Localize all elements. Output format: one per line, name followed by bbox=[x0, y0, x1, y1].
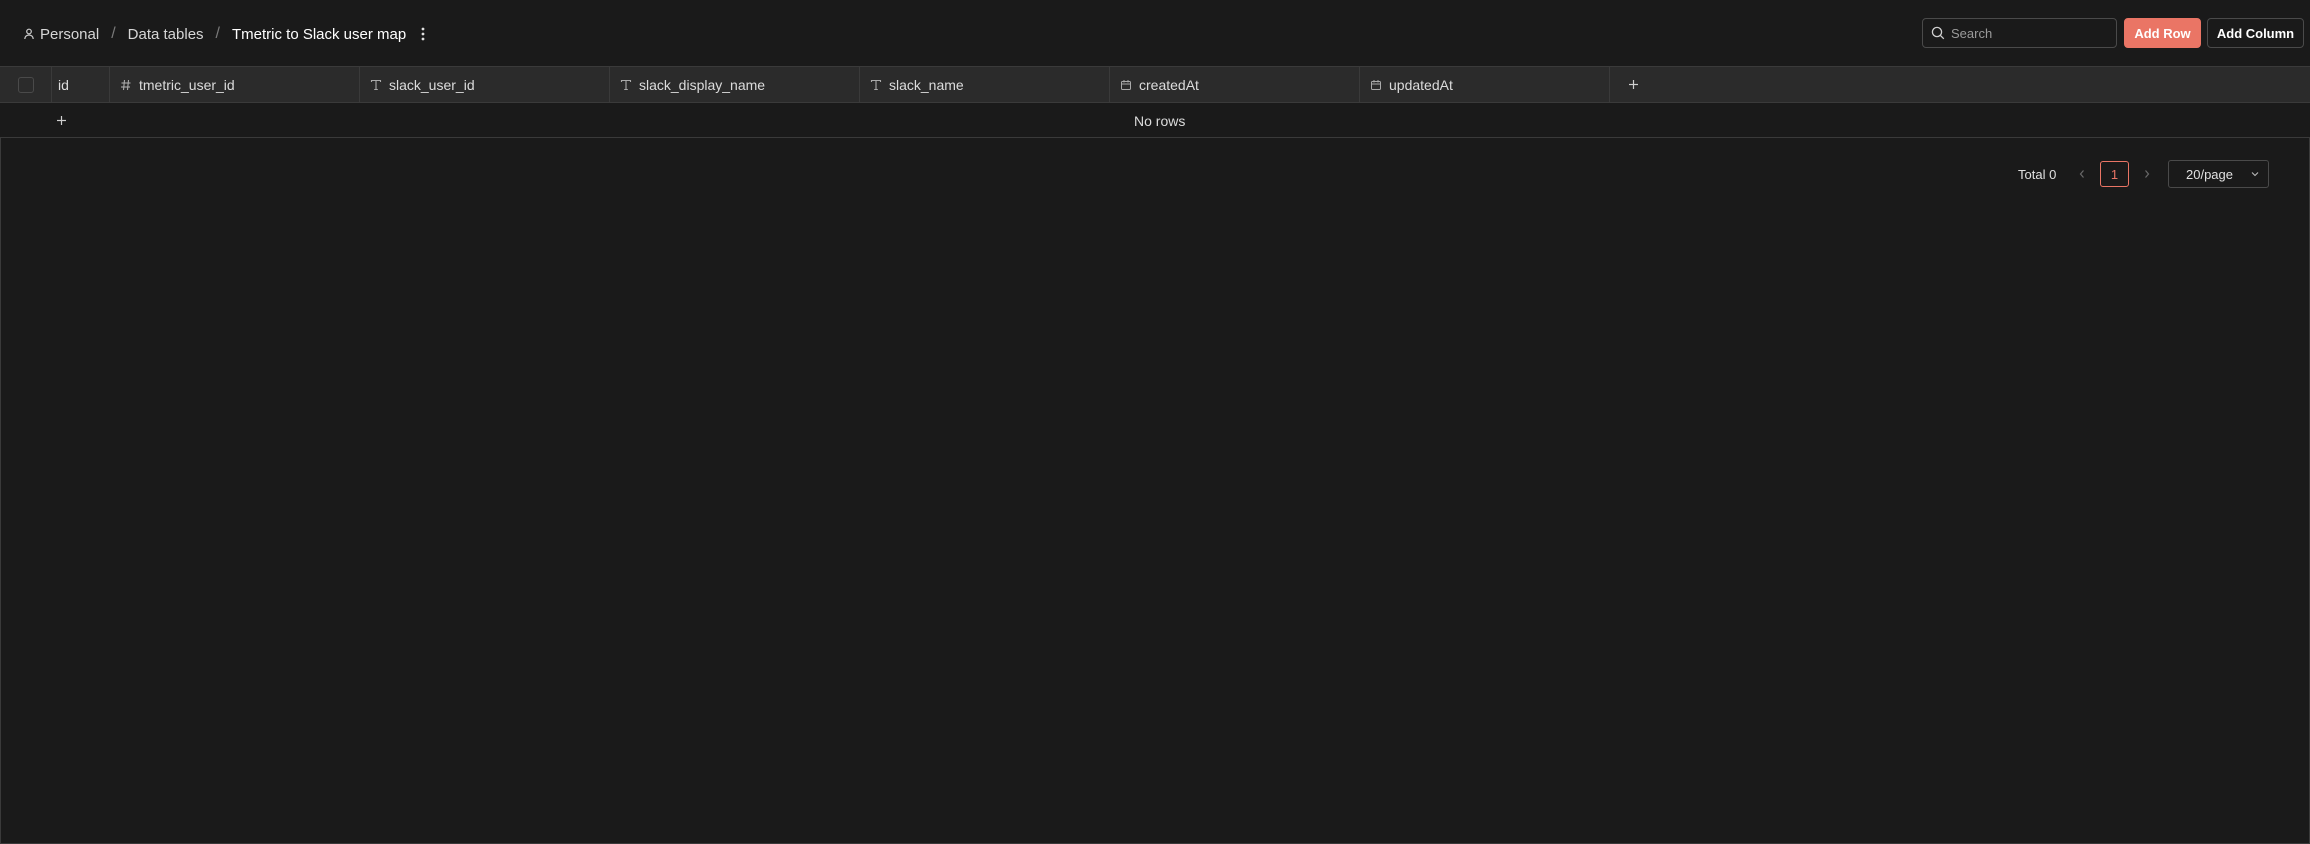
column-header-id[interactable]: id bbox=[52, 67, 110, 102]
select-all-cell bbox=[0, 67, 52, 102]
calendar-icon bbox=[1120, 79, 1132, 91]
breadcrumb-personal[interactable]: Personal bbox=[22, 26, 99, 43]
column-label: tmetric_user_id bbox=[139, 76, 235, 93]
select-all-checkbox[interactable] bbox=[17, 76, 34, 93]
prev-page-icon[interactable] bbox=[2074, 164, 2090, 184]
breadcrumb-data-tables[interactable]: Data tables bbox=[128, 26, 204, 43]
breadcrumb: Personal / Data tables / Tmetric to Slac… bbox=[22, 22, 432, 46]
text-type-icon bbox=[870, 79, 882, 91]
page-header: Personal / Data tables / Tmetric to Slac… bbox=[0, 0, 2310, 66]
page-number-current[interactable]: 1 bbox=[2100, 161, 2129, 187]
column-label: slack_display_name bbox=[639, 76, 766, 93]
column-header-slack-display-name[interactable]: slack_display_name bbox=[610, 67, 860, 102]
search-icon bbox=[1931, 26, 1945, 40]
column-header-updated-at[interactable]: updatedAt bbox=[1360, 67, 1610, 102]
breadcrumb-separator: / bbox=[215, 25, 220, 42]
text-type-icon bbox=[620, 79, 632, 91]
page-size-value: 20/page bbox=[2186, 166, 2233, 182]
search-input[interactable] bbox=[1951, 20, 2127, 46]
column-header-slack-user-id[interactable]: slack_user_id bbox=[360, 67, 610, 102]
add-column-plus-icon[interactable] bbox=[1618, 67, 1648, 102]
column-label: slack_user_id bbox=[389, 76, 475, 93]
text-type-icon bbox=[370, 79, 382, 91]
column-header-created-at[interactable]: createdAt bbox=[1110, 67, 1360, 102]
column-label: slack_name bbox=[889, 76, 964, 93]
hash-icon bbox=[120, 79, 132, 91]
table-header-row: id tmetric_user_id slack_user_id slack_d… bbox=[0, 66, 2310, 103]
calendar-icon bbox=[1370, 79, 1382, 91]
column-header-tmetric-user-id[interactable]: tmetric_user_id bbox=[110, 67, 360, 102]
pagination-total: Total 0 bbox=[2018, 166, 2057, 182]
add-column-button[interactable]: Add Column bbox=[2207, 18, 2304, 48]
breadcrumb-separator: / bbox=[111, 25, 116, 42]
column-label: id bbox=[58, 76, 69, 93]
column-header-slack-name[interactable]: slack_name bbox=[860, 67, 1110, 102]
more-options-icon[interactable] bbox=[414, 23, 432, 45]
add-row-button[interactable]: Add Row bbox=[2124, 18, 2201, 48]
add-row-plus-icon[interactable] bbox=[52, 103, 70, 138]
column-label: createdAt bbox=[1139, 76, 1199, 93]
empty-table-row: No rows bbox=[0, 103, 2310, 138]
search-box bbox=[1922, 18, 2139, 48]
breadcrumb-personal-label: Personal bbox=[40, 25, 100, 43]
user-icon bbox=[22, 27, 36, 41]
breadcrumb-current-table: Tmetric to Slack user map bbox=[232, 25, 407, 43]
page-size-select[interactable]: 20/page bbox=[2168, 160, 2269, 188]
chevron-down-icon bbox=[2250, 169, 2260, 179]
next-page-icon[interactable] bbox=[2139, 164, 2155, 184]
empty-state-text: No rows bbox=[1134, 112, 1186, 129]
column-label: updatedAt bbox=[1389, 76, 1453, 93]
